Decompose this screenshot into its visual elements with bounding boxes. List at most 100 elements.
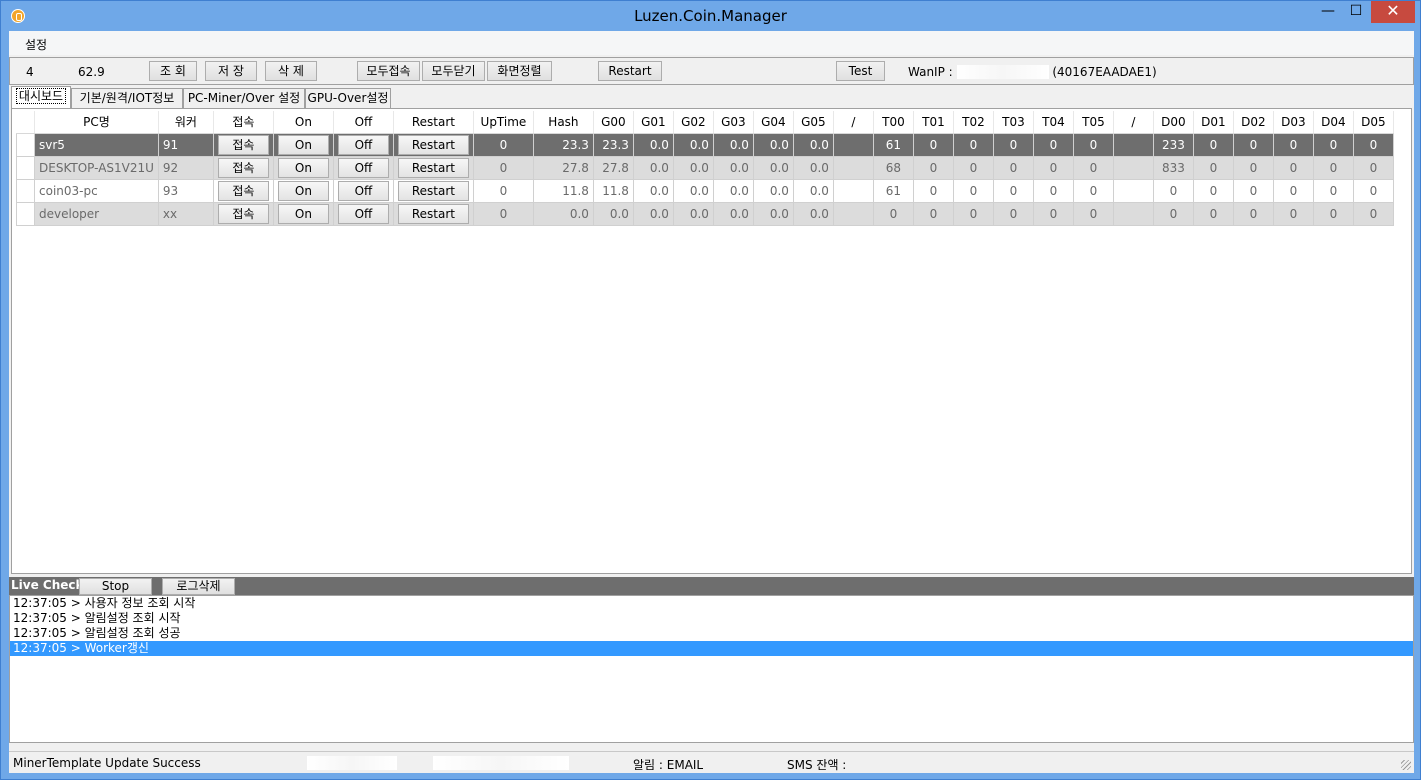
restart-button[interactable]: Restart <box>397 157 469 178</box>
off-button[interactable]: Off <box>337 180 389 201</box>
off-button[interactable]: Off <box>337 203 389 224</box>
gpu-hash-cell: 0.0 <box>672 201 714 226</box>
log-line[interactable]: 12:37:05 > 알림설정 조회 시작 <box>10 611 1413 626</box>
log-list[interactable]: 12:37:05 > 사용자 정보 조회 시작 12:37:05 > 알림설정 … <box>9 595 1414 743</box>
gpu-hash-cell: 0.0 <box>632 178 674 203</box>
column-header[interactable]: T00 <box>873 111 914 134</box>
gpu-hash-cell: 0.0 <box>672 155 714 180</box>
temp-cell: 0 <box>992 155 1034 180</box>
column-header[interactable]: On <box>273 111 334 134</box>
tab-dashboard-label: 대시보드 <box>15 88 67 104</box>
tab-pc-miner-over[interactable]: PC-Miner/Over 설정 <box>183 88 305 108</box>
minimize-button[interactable]: — <box>1315 1 1341 23</box>
on-button-cell: On <box>272 201 334 226</box>
table-row[interactable]: svr5 91 접속 On Off Restart 0 23.3 23.3 0.0 0.0 0.0 0.… <box>16 132 1394 157</box>
restart-button[interactable]: Restart <box>397 203 469 224</box>
log-line[interactable]: 12:37:05 > 알림설정 조회 성공 <box>10 626 1413 641</box>
on-button[interactable]: On <box>277 203 329 224</box>
separator-cell <box>1112 201 1154 226</box>
log-line[interactable]: 12:37:05 > 사용자 정보 조회 시작 <box>10 596 1413 611</box>
connect-button[interactable]: 접속 <box>217 134 269 155</box>
hash-cell: 11.8 <box>532 178 594 203</box>
gpu-hash-cell: 0.0 <box>712 155 754 180</box>
column-header[interactable]: D02 <box>1233 111 1274 134</box>
on-button[interactable]: On <box>277 180 329 201</box>
column-header[interactable]: G04 <box>753 111 794 134</box>
row-header <box>16 132 35 157</box>
column-header[interactable]: T04 <box>1033 111 1074 134</box>
restart-button[interactable]: Restart <box>397 180 469 201</box>
gpu-hash-cell: 0.0 <box>792 178 834 203</box>
alert-type: 알림 : EMAIL <box>633 758 704 772</box>
column-header[interactable]: T02 <box>953 111 994 134</box>
temp-cell: 61 <box>872 132 914 157</box>
save-button[interactable]: 저 장 <box>205 61 257 81</box>
test-button[interactable]: Test <box>836 61 885 81</box>
pc-name-cell: developer <box>34 201 159 226</box>
tab-gpu-over[interactable]: GPU-Over설정 <box>305 88 391 108</box>
status-message: MinerTemplate Update Success <box>13 756 201 770</box>
temp-cell: 0 <box>1032 178 1074 203</box>
connect-button[interactable]: 접속 <box>217 180 269 201</box>
off-button[interactable]: Off <box>337 134 389 155</box>
column-header[interactable]: 접속 <box>213 111 274 134</box>
table-row[interactable]: DESKTOP-AS1V21U 92 접속 On Off Restart 0 27.8 27.8… <box>16 155 1394 180</box>
separator-cell <box>1112 178 1154 203</box>
column-header[interactable]: 워커 <box>158 111 214 134</box>
clear-log-button[interactable]: 로그삭제 <box>162 578 235 595</box>
off-button-cell: Off <box>332 155 394 180</box>
tab-dashboard[interactable]: 대시보드 <box>11 86 71 108</box>
column-header[interactable]: PC명 <box>34 111 159 134</box>
log-line-selected[interactable]: 12:37:05 > Worker갱신 <box>10 641 1413 656</box>
column-header[interactable]: G03 <box>713 111 754 134</box>
stop-button[interactable]: Stop <box>79 578 152 595</box>
fan-cell: 0 <box>1152 178 1194 203</box>
temp-cell: 0 <box>912 201 954 226</box>
fan-cell: 0 <box>1312 201 1354 226</box>
column-header[interactable]: G05 <box>793 111 834 134</box>
arrange-screen-button[interactable]: 화면정렬 <box>487 61 552 81</box>
column-header[interactable]: D05 <box>1353 111 1394 134</box>
connect-all-button[interactable]: 모두접속 <box>357 61 420 81</box>
connect-button[interactable]: 접속 <box>217 157 269 178</box>
column-header[interactable]: Off <box>333 111 394 134</box>
column-header[interactable]: T05 <box>1073 111 1114 134</box>
close-all-button[interactable]: 모두닫기 <box>422 61 485 81</box>
column-header[interactable]: D00 <box>1153 111 1194 134</box>
column-header[interactable]: D01 <box>1193 111 1234 134</box>
menu-settings[interactable]: 설정 <box>25 36 47 53</box>
restart-button-cell: Restart <box>392 155 474 180</box>
column-header[interactable]: / <box>1113 111 1154 134</box>
table-row[interactable]: coin03-pc 93 접속 On Off Restart 0 11.8 11.8 0.0 0.0… <box>16 178 1394 203</box>
gpu-hash-cell: 11.8 <box>592 178 634 203</box>
off-button[interactable]: Off <box>337 157 389 178</box>
column-header[interactable]: G00 <box>593 111 634 134</box>
status-bar: MinerTemplate Update Success 알림 : EMAIL … <box>9 751 1414 773</box>
menu-bar: 설정 <box>9 31 1414 55</box>
pc-name-cell: svr5 <box>34 132 159 157</box>
restart-button[interactable]: Restart <box>397 134 469 155</box>
column-header[interactable]: UpTime <box>473 111 534 134</box>
temp-cell: 0 <box>912 155 954 180</box>
resize-grip[interactable] <box>1401 760 1411 770</box>
column-header[interactable]: T03 <box>993 111 1034 134</box>
column-header[interactable]: / <box>833 111 874 134</box>
on-button[interactable]: On <box>277 134 329 155</box>
title-bar[interactable]: Luzen.Coin.Manager — ☐ ✕ <box>1 1 1420 31</box>
column-header[interactable]: Restart <box>393 111 474 134</box>
maximize-button[interactable]: ☐ <box>1343 1 1369 23</box>
restart-all-button[interactable]: Restart <box>598 61 662 81</box>
column-header[interactable]: G02 <box>673 111 714 134</box>
column-header[interactable]: D03 <box>1273 111 1314 134</box>
delete-button[interactable]: 삭 제 <box>265 61 317 81</box>
column-header[interactable]: G01 <box>633 111 674 134</box>
on-button[interactable]: On <box>277 157 329 178</box>
tab-basic-remote-iot[interactable]: 기본/원격/IOT정보 <box>71 88 183 108</box>
query-button[interactable]: 조 회 <box>149 61 197 81</box>
column-header[interactable]: D04 <box>1313 111 1354 134</box>
close-button[interactable]: ✕ <box>1371 1 1415 23</box>
column-header[interactable]: Hash <box>533 111 594 134</box>
connect-button[interactable]: 접속 <box>217 203 269 224</box>
table-row[interactable]: developer xx 접속 On Off Restart 0 0.0 0.0 0.0 0.0 0.… <box>16 201 1394 226</box>
column-header[interactable]: T01 <box>913 111 954 134</box>
